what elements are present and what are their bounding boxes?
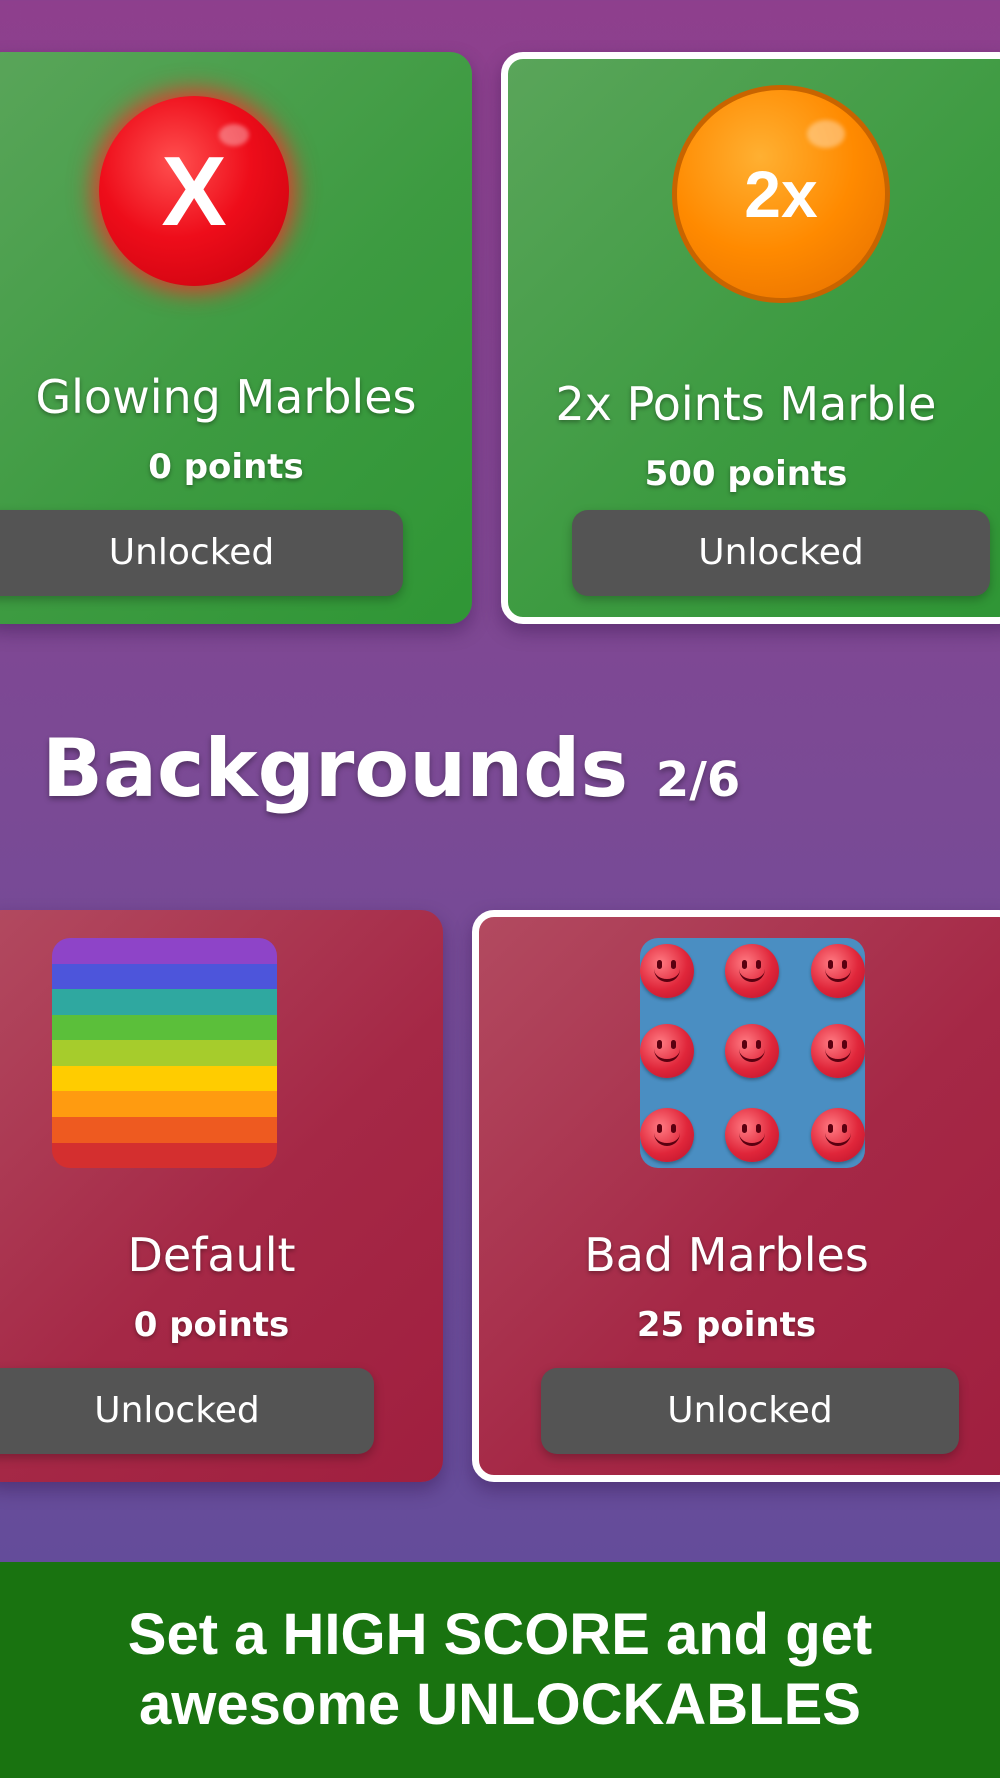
rainbow-background-thumbnail: [52, 938, 277, 1168]
section-count: 2/6: [655, 752, 741, 808]
promo-line-1: Set a HIGH SCORE and get: [127, 1602, 873, 1667]
background-card-default[interactable]: Default 0 points Unlocked: [0, 910, 443, 1482]
marble-points: 500 points: [644, 454, 848, 494]
background-name: Bad Marbles: [584, 1228, 869, 1282]
background-points: 0 points: [133, 1305, 290, 1345]
unlocked-button[interactable]: Unlocked: [572, 510, 990, 596]
unlocked-button[interactable]: Unlocked: [0, 1368, 374, 1454]
promo-text: Set a HIGH SCORE and get awesome UNLOCKA…: [128, 1600, 872, 1740]
red-x-marble-icon: X: [99, 96, 289, 286]
section-title-backgrounds: Backgrounds 2/6: [42, 722, 740, 815]
background-points: 25 points: [636, 1305, 817, 1345]
unlocked-button[interactable]: Unlocked: [541, 1368, 959, 1454]
unlocked-button[interactable]: Unlocked: [0, 510, 403, 596]
marble-card-2x-points[interactable]: 2x 2x Points Marble 500 points Unlocked: [501, 52, 1000, 624]
marble-name: 2x Points Marble: [555, 377, 937, 431]
background-name: Default: [127, 1228, 296, 1282]
background-card-bad-marbles[interactable]: Bad Marbles 25 points Unlocked: [472, 910, 1000, 1482]
promo-line-2: awesome UNLOCKABLES: [139, 1672, 861, 1737]
smiley-marbles-background-thumbnail: [640, 938, 865, 1168]
marble-points: 0 points: [148, 447, 304, 487]
promo-banner: Set a HIGH SCORE and get awesome UNLOCKA…: [0, 1562, 1000, 1778]
marble-name: Glowing Marbles: [35, 370, 417, 424]
orange-2x-marble-icon: 2x: [672, 85, 890, 303]
section-title-text: Backgrounds: [42, 722, 629, 815]
marble-card-glowing-marbles[interactable]: X Glowing Marbles 0 points Unlocked: [0, 52, 472, 624]
